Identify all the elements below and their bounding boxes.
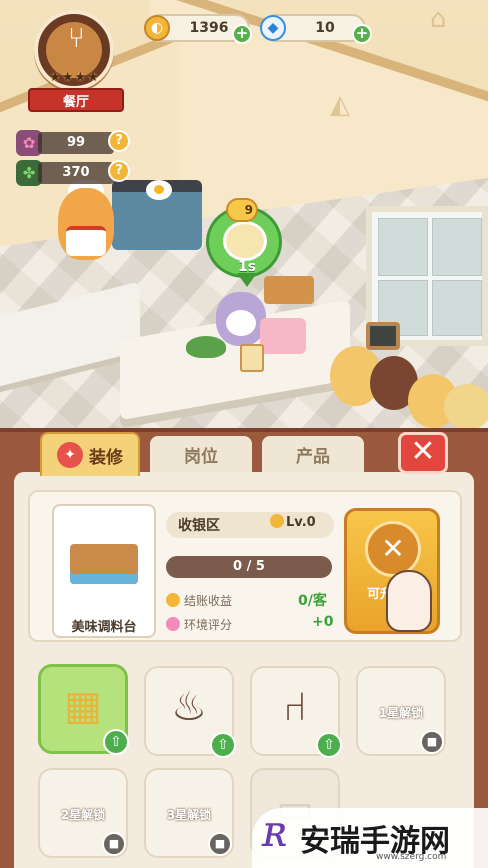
diamond-counter: ◆ 10 (260, 14, 366, 42)
unlock-requirement: 3星解锁 (166, 808, 212, 822)
flower-small-icon (166, 617, 180, 631)
star-icon: ★ (49, 70, 61, 85)
environment-value: +0 (312, 614, 334, 630)
lock-icon: ■ (208, 832, 232, 856)
gold-coin-icon: ◐ (144, 15, 170, 41)
tab-products[interactable]: 产品 (262, 436, 364, 472)
counter-register[interactable] (260, 318, 306, 354)
flower-stat: ✿ 99 ? (16, 130, 130, 156)
unlock-requirement: 1星解锁 (378, 706, 424, 720)
fork-spoon-icon: ⑂ (68, 21, 85, 54)
bread-shelf[interactable] (264, 276, 314, 304)
coin-icon (166, 593, 180, 607)
clover-help-button[interactable]: ? (108, 160, 130, 182)
lock-icon: ■ (102, 832, 126, 856)
diamond-icon: ◆ (260, 15, 286, 41)
wrench-icon: ✕ (365, 521, 421, 577)
restaurant-badge[interactable]: ⑂ ★ ★ ★ ★ 餐厅 (20, 6, 132, 114)
price-tag (240, 344, 264, 372)
tab-positions[interactable]: 岗位 (150, 436, 252, 472)
item-name: 美味调料台 (71, 620, 137, 635)
cashier-face (226, 310, 256, 336)
area-level: Lv.0 (270, 514, 316, 530)
slot-locked-1[interactable]: 1星解锁 ■ (356, 666, 446, 756)
upgrade-arrow-icon: ⇧ (103, 729, 129, 755)
tab-products-label: 产品 (296, 446, 330, 467)
star-icon: ★ (87, 70, 99, 85)
income-value: 0/客 (298, 593, 327, 609)
upgrade-progress-bar: 0 / 5 (166, 556, 332, 578)
customer[interactable] (444, 384, 488, 430)
seasoning-shelf-icon (70, 544, 138, 584)
environment-label: 环境评分 (184, 618, 233, 632)
sandwich-plate-icon (223, 221, 267, 261)
chef-apron (66, 226, 106, 256)
watermark-logo-icon: ʀ (262, 806, 288, 857)
flower-pot (186, 336, 226, 358)
clover-value: 370 (38, 162, 114, 184)
star-icon: ★ (74, 70, 87, 85)
customer-queue[interactable] (330, 340, 488, 430)
chair-icon: ⑁ (283, 684, 307, 730)
stat-row-environment: 环境评分 (166, 616, 232, 633)
restaurant-label: 餐厅 (28, 88, 124, 112)
level-value: Lv.0 (286, 515, 316, 530)
flower-help-button[interactable]: ? (108, 130, 130, 152)
lock-icon: ■ (420, 730, 444, 754)
close-button[interactable]: ✕ (398, 432, 448, 474)
tutorial-hand-icon (386, 570, 432, 632)
tab-positions-label: 岗位 (184, 446, 218, 467)
flower-value: 99 (38, 132, 114, 154)
clover-stat: ✤ 370 ? (16, 160, 130, 186)
slot-locked-3[interactable]: 3星解锁 ■ (144, 768, 234, 858)
unlock-requirement: 2星解锁 (60, 808, 106, 822)
slot-locked-2[interactable]: 2星解锁 ■ (38, 768, 128, 858)
area-title: 收银区 (178, 518, 220, 534)
slot-cash-register[interactable]: ▦ ⇧ (38, 664, 129, 755)
slot-cooking-pot[interactable]: ♨ ⇧ (144, 666, 236, 758)
level-coin-icon (270, 514, 284, 528)
slot-chair[interactable]: ⑁ ⇧ (250, 666, 342, 758)
add-gold-button[interactable]: + (232, 24, 252, 44)
rating-stars: ★ ★ ★ ★ (36, 70, 112, 85)
hairdryer-icon: ✦ (57, 442, 83, 468)
wall-pattern-icon: ⌂ (430, 4, 447, 34)
upgrade-arrow-icon: ⇧ (210, 732, 236, 758)
register-icon: ▦ (64, 683, 102, 729)
order-timer: 1s (237, 259, 257, 275)
watermark-url: www.szerg.com (376, 852, 447, 862)
tab-decoration-label: 装修 (89, 447, 123, 468)
cheese-poster-icon: ◭ (330, 90, 350, 120)
upgrade-arrow-icon: ⇧ (316, 732, 342, 758)
income-label: 结账收益 (184, 594, 233, 608)
progress-text: 0 / 5 (233, 559, 265, 574)
add-diamond-button[interactable]: + (352, 24, 372, 44)
stat-row-income: 结账收益 (166, 592, 232, 609)
pot-icon: ♨ (171, 684, 207, 730)
fried-egg-icon (146, 180, 172, 200)
tab-decoration[interactable]: ✦ 装修 (40, 432, 140, 476)
star-icon: ★ (61, 70, 74, 85)
order-coin-badge: 9 (226, 198, 258, 222)
